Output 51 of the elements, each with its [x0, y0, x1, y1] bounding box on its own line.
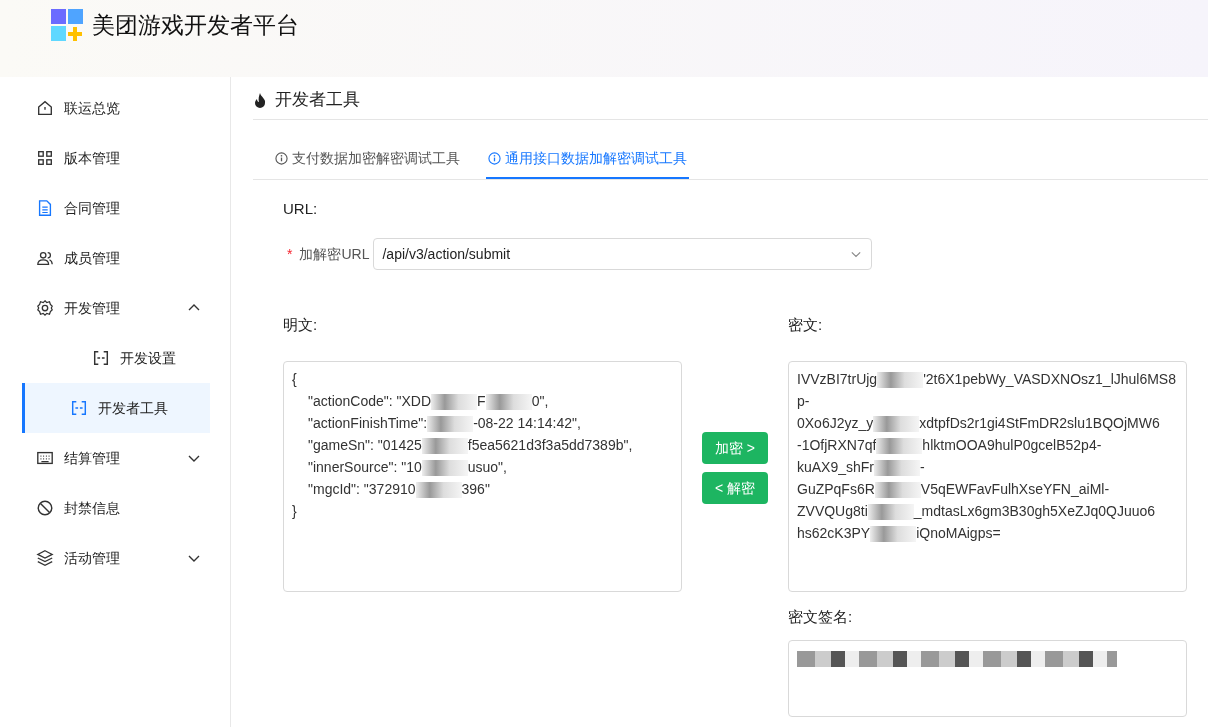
menu-item[interactable]: 版本管理	[0, 133, 230, 183]
field-label: 加解密URL	[299, 244, 370, 264]
tab[interactable]: 通用接口数据加解密调试工具	[486, 139, 689, 179]
redaction-mark	[877, 371, 924, 388]
menu-item[interactable]: 联运总览	[0, 83, 230, 133]
required-mark: *	[287, 244, 293, 264]
grid-icon	[36, 149, 54, 167]
menu-item[interactable]: 合同管理	[0, 183, 230, 233]
url-select[interactable]: /api/v3/action/submit	[373, 238, 873, 270]
section-heading: 密文签名:	[788, 606, 854, 627]
redaction-mark	[874, 459, 921, 476]
section-heading: URL:	[283, 198, 319, 219]
ban-icon	[36, 499, 54, 517]
bracket-icon	[70, 399, 88, 417]
redaction-mark	[431, 393, 478, 410]
layers-icon	[36, 549, 54, 567]
signature-field[interactable]	[788, 640, 1187, 717]
redaction-mark	[421, 459, 468, 476]
redaction-mark	[421, 437, 468, 454]
redaction-mark	[415, 481, 462, 498]
tab[interactable]: 支付数据加密解密调试工具	[273, 139, 462, 179]
menu-item[interactable]: 封禁信息	[0, 483, 230, 533]
section-heading: 密文:	[788, 315, 824, 335]
submenu-item[interactable]: 开发设置	[22, 333, 210, 383]
redaction-mark	[873, 415, 920, 432]
bracket-icon	[92, 349, 110, 367]
ciphertext-field[interactable]: IVVzBI7trUjg '2t6X1pebWy_VASDXNOsz1_lJhul6MS8 p- 0Xo6J2yz_y xdtpfDs2r1gi4StFmDR2slu1BQOjMW6 -1OfjRXN7qf hlktmOOA9hulP0gcelB52p4- kuAX9_shFr - GuZPqFs6R V5qEWFavFulhXseYFN_aiMl- ZVVQUg8ti _mdtasLx6gm3B30gh5XeZJq0QJuuo6 hs62cK3PY iQnoMAigps=	[788, 360, 1187, 592]
menu-item[interactable]: 活动管理	[0, 533, 230, 583]
redaction-mark	[867, 503, 914, 520]
menu-item[interactable]: 开发管理	[0, 283, 230, 333]
section-heading: 明文:	[283, 315, 319, 335]
menu-item[interactable]: 结算管理	[0, 433, 230, 483]
info-icon	[275, 151, 288, 165]
redaction-mark	[874, 481, 921, 498]
flame-icon	[253, 91, 267, 108]
settings-icon	[36, 299, 54, 317]
redaction-mark	[427, 415, 474, 432]
app-title: 美团游戏开发者平台	[92, 10, 299, 40]
info-icon	[488, 151, 501, 165]
submenu-item[interactable]: 开发者工具	[22, 383, 210, 433]
menu-item[interactable]: 成员管理	[0, 233, 230, 283]
page-title: 开发者工具	[275, 89, 360, 111]
users-icon	[36, 249, 54, 267]
redaction-mark	[870, 525, 917, 542]
redaction-mark	[876, 437, 923, 454]
logo-icon	[50, 8, 84, 42]
home-icon	[36, 99, 54, 117]
plaintext-field[interactable]: { "actionCode": "XDD F 0", "actionFinishTime": -08-22 14:14:42", "gameSn": "01425 f5ea5621d3f3a5dd7389b", "innerSource": "10 usuo", "mgcId": "372910 396" }	[283, 360, 682, 592]
keyboard-icon	[36, 449, 54, 467]
document-icon	[36, 199, 54, 217]
redaction-mark	[485, 393, 532, 410]
